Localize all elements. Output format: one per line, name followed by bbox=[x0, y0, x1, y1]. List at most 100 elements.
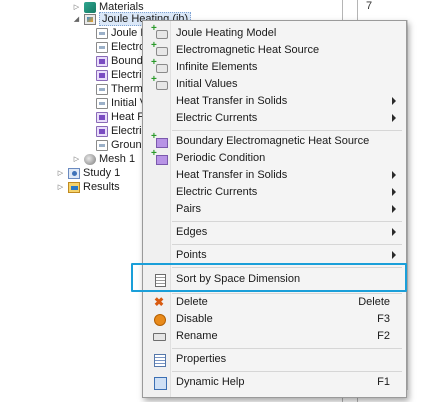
menu-item-label: Pairs bbox=[176, 203, 202, 215]
tree-item-label: Results bbox=[83, 181, 120, 193]
results-icon bbox=[68, 181, 80, 193]
add-boundary-node-icon bbox=[151, 148, 168, 165]
tree-item-mesh[interactable]: ▷ Mesh 1 bbox=[72, 152, 135, 166]
help-icon bbox=[151, 376, 167, 390]
menu-item-heat-transfer-boundary[interactable]: Heat Transfer in Solids bbox=[143, 167, 406, 184]
menu-separator bbox=[172, 244, 402, 245]
menu-item-edges[interactable]: Edges bbox=[143, 224, 406, 241]
tree-item-boundary[interactable]: Bound bbox=[96, 54, 143, 68]
submenu-arrow-icon bbox=[392, 188, 396, 196]
menu-item-infinite-elements[interactable]: Infinite Elements bbox=[143, 57, 406, 76]
menu-item-disable[interactable]: Disable F3 bbox=[143, 311, 406, 328]
node-icon bbox=[96, 27, 108, 39]
tree-item-label: Bound bbox=[111, 55, 143, 67]
boundary-icon bbox=[96, 55, 108, 67]
menu-item-electric-currents-boundary[interactable]: Electric Currents bbox=[143, 184, 406, 201]
context-menu: Joule Heating Model Electromagnetic Heat… bbox=[142, 20, 407, 398]
menu-item-label: Heat Transfer in Solids bbox=[176, 169, 288, 181]
shortcut-label: F2 bbox=[377, 330, 390, 342]
menu-item-label: Rename bbox=[176, 330, 218, 342]
tree-item-initial-values[interactable]: Initial V bbox=[96, 96, 147, 110]
materials-icon bbox=[84, 1, 96, 13]
mesh-icon bbox=[84, 153, 96, 165]
tree-item-label: Therm bbox=[111, 83, 143, 95]
tree-item-label: Electro bbox=[111, 41, 146, 53]
menu-item-label: Periodic Condition bbox=[176, 152, 266, 164]
menu-separator bbox=[172, 371, 402, 372]
submenu-arrow-icon bbox=[392, 205, 396, 213]
menu-item-boundary-em-heat-source[interactable]: Boundary Electromagnetic Heat Source bbox=[143, 131, 406, 150]
menu-item-label: Dynamic Help bbox=[176, 376, 245, 388]
boundary-icon bbox=[96, 111, 108, 123]
menu-item-label: Edges bbox=[176, 226, 208, 238]
menu-item-label: Electric Currents bbox=[176, 186, 258, 198]
tree-item-electromagnetic[interactable]: Electro bbox=[96, 40, 145, 54]
menu-item-initial-values[interactable]: Initial Values bbox=[143, 74, 406, 93]
tree-item-joule-heating-model[interactable]: Joule H bbox=[96, 26, 148, 40]
menu-item-joule-heating-model[interactable]: Joule Heating Model bbox=[143, 23, 406, 42]
boundary-icon bbox=[96, 69, 108, 81]
tree-item-study[interactable]: ▷ Study 1 bbox=[56, 166, 121, 180]
menu-item-label: Points bbox=[176, 249, 207, 261]
menu-item-points[interactable]: Points bbox=[143, 247, 406, 264]
menu-item-heat-transfer-domain[interactable]: Heat Transfer in Solids bbox=[143, 93, 406, 110]
add-domain-node-icon bbox=[151, 40, 168, 57]
panel-number: 7 bbox=[366, 0, 373, 12]
menu-item-label: Joule Heating Model bbox=[176, 27, 277, 39]
menu-item-label: Electric Currents bbox=[176, 112, 258, 124]
menu-item-label: Heat Transfer in Solids bbox=[176, 95, 288, 107]
menu-item-label: Disable bbox=[176, 313, 213, 325]
menu-item-dynamic-help[interactable]: Dynamic Help F1 bbox=[143, 374, 406, 391]
menu-item-label: Infinite Elements bbox=[176, 61, 258, 73]
study-icon bbox=[68, 167, 80, 179]
menu-item-properties[interactable]: Properties bbox=[143, 351, 406, 368]
disable-icon bbox=[151, 313, 167, 326]
tree-item-label: Study 1 bbox=[83, 167, 121, 179]
add-domain-node-icon bbox=[151, 57, 168, 74]
collapse-arrow-icon[interactable]: ◢ bbox=[72, 15, 81, 24]
rename-icon bbox=[151, 330, 167, 343]
tree-item-electric-2[interactable]: Electric bbox=[96, 124, 147, 138]
expand-arrow-icon[interactable]: ▷ bbox=[56, 169, 65, 178]
shortcut-label: F1 bbox=[377, 376, 390, 388]
menu-item-periodic-condition[interactable]: Periodic Condition bbox=[143, 148, 406, 167]
tree-item-heat-flux[interactable]: Heat F bbox=[96, 110, 144, 124]
tree-item-results[interactable]: ▷ Results bbox=[56, 180, 120, 194]
boundary-icon bbox=[96, 125, 108, 137]
menu-item-delete[interactable]: Delete Delete bbox=[143, 294, 406, 311]
menu-item-rename[interactable]: Rename F2 bbox=[143, 328, 406, 345]
properties-icon bbox=[151, 353, 167, 367]
tree-item-ground[interactable]: Groun bbox=[96, 138, 142, 152]
menu-separator bbox=[172, 130, 402, 131]
menu-separator bbox=[172, 221, 402, 222]
submenu-arrow-icon bbox=[392, 228, 396, 236]
submenu-arrow-icon bbox=[392, 171, 396, 179]
submenu-arrow-icon bbox=[392, 97, 396, 105]
menu-item-electromagnetic-heat-source[interactable]: Electromagnetic Heat Source bbox=[143, 40, 406, 59]
submenu-arrow-icon bbox=[392, 114, 396, 122]
menu-item-label: Properties bbox=[176, 353, 227, 365]
menu-item-electric-currents-domain[interactable]: Electric Currents bbox=[143, 110, 406, 127]
menu-item-label: Electromagnetic Heat Source bbox=[176, 44, 320, 56]
menu-separator bbox=[172, 348, 402, 349]
node-icon bbox=[96, 41, 108, 53]
node-icon bbox=[96, 97, 108, 109]
add-boundary-node-icon bbox=[151, 131, 168, 148]
shortcut-label: F3 bbox=[377, 313, 390, 325]
highlight-box bbox=[131, 263, 407, 292]
shortcut-label: Delete bbox=[358, 296, 390, 308]
add-domain-node-icon bbox=[151, 74, 168, 91]
joule-heating-icon bbox=[84, 13, 96, 25]
expand-arrow-icon[interactable]: ▷ bbox=[72, 155, 81, 164]
model-tree: ▷ Materials ◢ Joule Heating (jh) Joule H… bbox=[0, 0, 192, 402]
delete-icon bbox=[151, 295, 167, 309]
menu-item-pairs[interactable]: Pairs bbox=[143, 201, 406, 218]
node-icon bbox=[96, 139, 108, 151]
tree-item-label: Groun bbox=[111, 139, 142, 151]
expand-arrow-icon[interactable]: ▷ bbox=[56, 183, 65, 192]
tree-item-thermal[interactable]: Therm bbox=[96, 82, 143, 96]
add-domain-node-icon bbox=[151, 23, 168, 40]
expand-arrow-icon[interactable]: ▷ bbox=[72, 3, 81, 12]
tree-item-electric-1[interactable]: Electric bbox=[96, 68, 147, 82]
tree-item-label: Heat F bbox=[111, 111, 145, 123]
